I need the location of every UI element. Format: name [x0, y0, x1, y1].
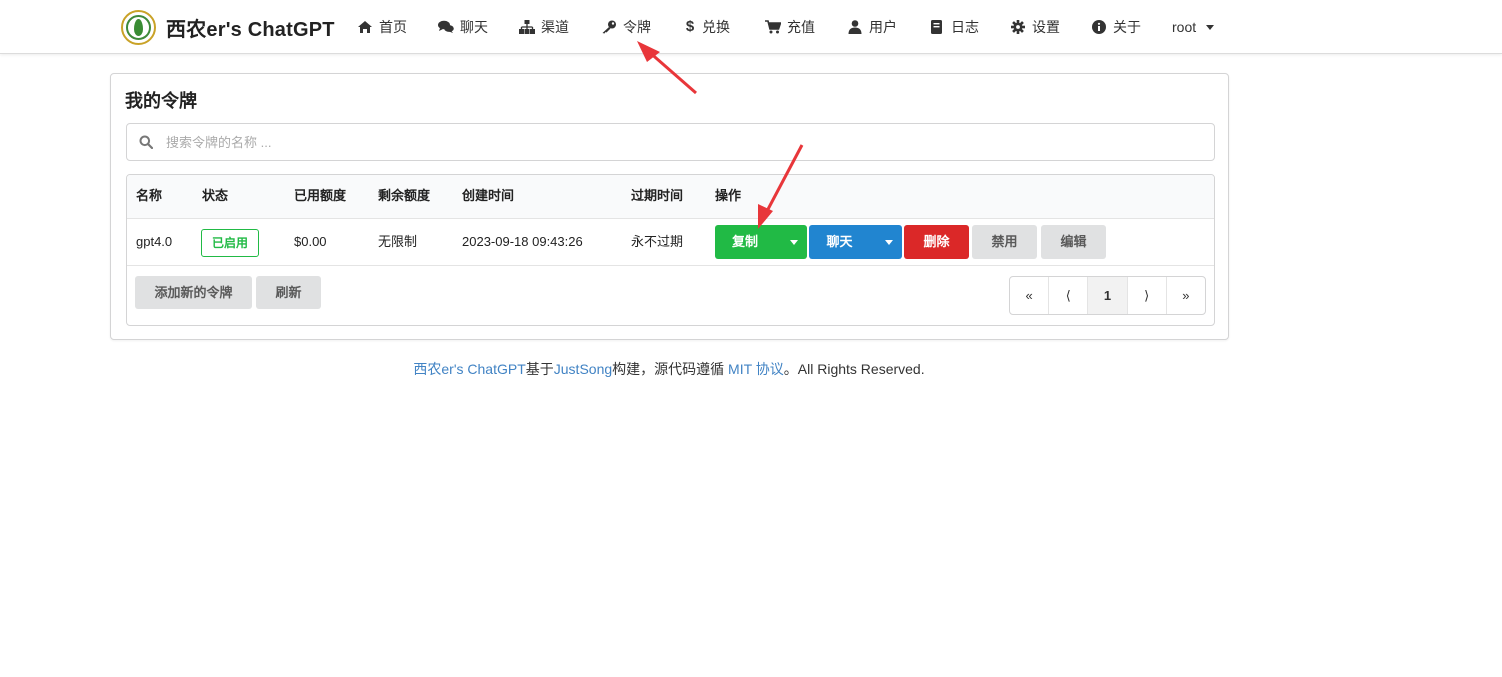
cart-icon [765, 20, 781, 34]
user-menu-label: root [1172, 19, 1197, 35]
search-box [126, 123, 1215, 161]
copy-button[interactable]: 复制 [715, 225, 781, 259]
sitemap-icon [519, 20, 535, 34]
home-icon [357, 20, 373, 34]
nav-item-about[interactable]: 关于 [1091, 0, 1141, 54]
column-header-remaining[interactable]: 剩余额度 [378, 175, 430, 219]
chat-dropdown-icon[interactable] [876, 225, 902, 259]
page-title: 我的令牌 [125, 91, 197, 111]
pagination-page-1[interactable]: 1 [1088, 277, 1128, 314]
column-header-status[interactable]: 状态 [202, 175, 228, 219]
search-input[interactable] [164, 124, 1204, 160]
brand-name: 西农er's ChatGPT [166, 18, 335, 41]
comments-icon [438, 20, 454, 34]
footer-text: 基于 [525, 361, 554, 377]
nav-label: 渠道 [541, 19, 569, 35]
nav-item-logs[interactable]: 日志 [929, 0, 979, 54]
nav-label: 兑换 [702, 19, 730, 35]
pagination-last[interactable]: » [1167, 277, 1205, 314]
footer-text: 构建，源代码遵循 [612, 361, 729, 377]
used-quota: $0.00 [294, 234, 327, 249]
footer-license-link[interactable]: MIT 协议 [728, 361, 784, 377]
nav-label: 设置 [1032, 19, 1060, 35]
table-header: 名称 状态 已用额度 剩余额度 创建时间 过期时间 操作 [127, 175, 1214, 219]
chevron-down-icon [1206, 24, 1215, 30]
column-header-actions: 操作 [715, 188, 742, 203]
refresh-button[interactable]: 刷新 [256, 276, 321, 309]
top-navbar: 西农er's ChatGPT 首页 聊天 渠道 令牌 $ 兑换 充值 用户 日志… [0, 0, 1502, 54]
nav-label: 首页 [379, 19, 407, 35]
column-header-created[interactable]: 创建时间 [462, 175, 514, 219]
tokens-card: 我的令牌 名称 状态 已用额度 剩余额度 创建时间 过期时间 操作 gpt4.0… [110, 73, 1229, 340]
delete-button[interactable]: 删除 [904, 225, 969, 259]
pagination-first[interactable]: « [1010, 277, 1050, 314]
brand[interactable]: 西农er's ChatGPT [121, 9, 335, 45]
nav-item-home[interactable]: 首页 [357, 0, 407, 54]
footer-brand-link[interactable]: 西农er's ChatGPT [413, 361, 525, 377]
pagination: « ⟨ 1 ⟩ » [1009, 276, 1206, 315]
book-icon [929, 20, 945, 34]
pagination-prev[interactable]: ⟨ [1049, 277, 1089, 314]
pagination-next[interactable]: ⟩ [1128, 277, 1167, 314]
chat-button[interactable]: 聊天 [809, 225, 876, 259]
status-badge: 已启用 [201, 229, 260, 257]
footer-text: 。All Rights Reserved. [783, 361, 925, 377]
page-footer: 西农er's ChatGPT基于JustSong构建，源代码遵循 MIT 协议。… [0, 359, 1338, 379]
column-header-used[interactable]: 已用额度 [294, 175, 346, 219]
gear-icon [1010, 20, 1026, 34]
logo-icon [121, 9, 156, 45]
nav-item-settings[interactable]: 设置 [1010, 0, 1060, 54]
add-token-button[interactable]: 添加新的令牌 [135, 276, 252, 309]
user-icon [847, 20, 863, 34]
table-row: gpt4.0 已启用 $0.00 无限制 2023-09-18 09:43:26… [127, 219, 1214, 266]
nav-item-topup[interactable]: 充值 [765, 0, 815, 54]
token-name: gpt4.0 [136, 234, 173, 249]
tokens-table: 名称 状态 已用额度 剩余额度 创建时间 过期时间 操作 gpt4.0 已启用 … [126, 174, 1215, 326]
edit-button[interactable]: 编辑 [1041, 225, 1106, 259]
chat-button-group: 聊天 [809, 225, 902, 259]
nav-label: 令牌 [623, 19, 651, 35]
nav-item-chat[interactable]: 聊天 [438, 0, 488, 54]
search-icon [139, 135, 154, 154]
column-header-expires[interactable]: 过期时间 [631, 175, 683, 219]
nav-item-users[interactable]: 用户 [847, 0, 897, 54]
copy-dropdown-icon[interactable] [781, 225, 807, 259]
remaining-quota: 无限制 [378, 234, 418, 249]
nav-label: 聊天 [460, 19, 488, 35]
nav-label: 日志 [951, 19, 979, 35]
dollar-icon: $ [685, 18, 695, 35]
expire-time: 永不过期 [631, 234, 684, 249]
nav-item-tokens[interactable]: 令牌 [601, 0, 651, 54]
nav-label: 关于 [1113, 19, 1141, 35]
nav-label: 充值 [787, 19, 815, 35]
footer-author-link[interactable]: JustSong [554, 361, 612, 377]
nav-item-channels[interactable]: 渠道 [519, 0, 569, 54]
nav-label: 用户 [869, 19, 897, 35]
created-time: 2023-09-18 09:43:26 [462, 234, 583, 249]
nav-item-redeem[interactable]: $ 兑换 [684, 0, 730, 54]
disable-button[interactable]: 禁用 [972, 225, 1037, 259]
column-header-name[interactable]: 名称 [136, 175, 162, 219]
copy-button-group: 复制 [715, 225, 807, 259]
key-icon [601, 20, 617, 34]
user-menu-dropdown[interactable]: root [1172, 0, 1215, 54]
info-icon [1091, 20, 1107, 34]
